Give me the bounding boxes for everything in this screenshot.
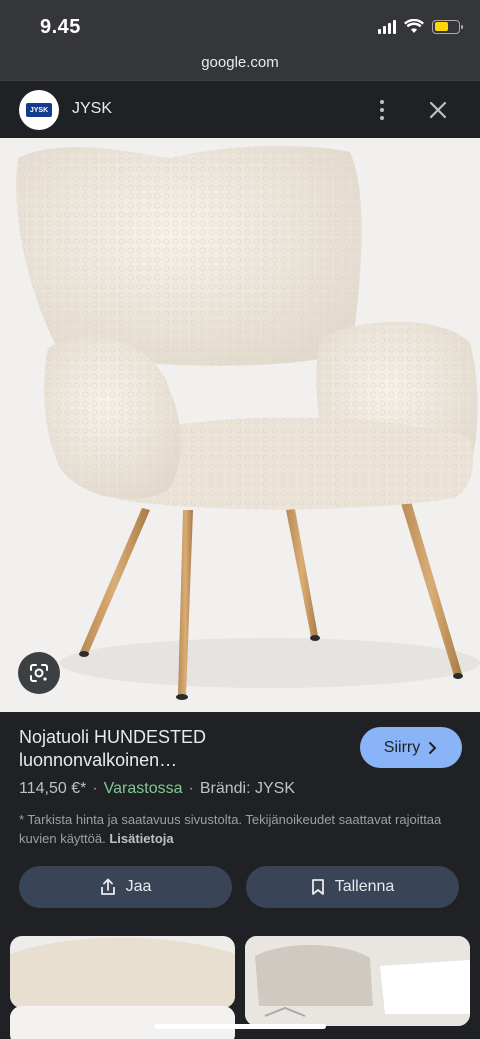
save-button[interactable]: Tallenna [246,866,459,908]
price: 114,50 €* [19,780,87,797]
site-name: JYSK [72,100,113,117]
related-thumbnail[interactable] [10,1006,235,1039]
home-indicator[interactable] [154,1024,326,1029]
product-image[interactable] [0,138,480,712]
product-meta: 114,50 €* · Varastossa · Brändi: JYSK [19,780,295,797]
battery-icon [432,19,463,34]
wifi-icon [404,19,424,33]
more-info-link[interactable]: Lisätietoja [109,831,173,846]
site-logo-mark: JYSK [26,103,52,117]
thumbnail-image [10,937,235,1008]
related-thumbnail[interactable] [245,936,470,1026]
lens-button[interactable] [18,652,60,694]
product-title-line2: luonnonvalkoinen… [19,750,178,770]
bookmark-icon [311,879,324,895]
armchair-image [16,145,480,700]
go-button[interactable]: Siirry [360,727,462,768]
chevron-right-icon [429,741,437,754]
save-label: Tallenna [334,878,395,895]
status-bar: 9.45 [0,0,480,52]
lens-icon [30,664,48,682]
product-title[interactable]: Nojatuoli HUNDESTED luonnonvalkoinen… [19,726,339,772]
disclaimer-text: * Tarkista hinta ja saatavuus sivustolta… [19,812,442,846]
site-header: JYSK JYSK [0,80,480,138]
disclaimer: * Tarkista hinta ja saatavuus sivustolta… [19,810,459,848]
site-logo: JYSK [19,90,59,130]
share-icon [100,878,115,895]
brand: Brändi: JYSK [199,780,295,797]
related-thumbnail[interactable] [10,936,235,1008]
product-title-line1: Nojatuoli HUNDESTED [19,727,207,747]
status-time: 9.45 [40,16,81,38]
share-button[interactable]: Jaa [19,866,232,908]
stock-status: Varastossa [103,780,183,797]
go-button-label: Siirry [383,738,421,756]
url-bar[interactable]: google.com [0,52,480,80]
signal-icon [378,19,396,34]
thumbnail-image [10,1006,235,1039]
url-text: google.com [201,54,279,71]
share-label: Jaa [125,878,152,895]
thumbnail-image [245,936,470,1026]
more-vert-icon[interactable] [372,97,392,123]
status-icons [378,19,463,34]
close-icon[interactable] [426,98,450,122]
